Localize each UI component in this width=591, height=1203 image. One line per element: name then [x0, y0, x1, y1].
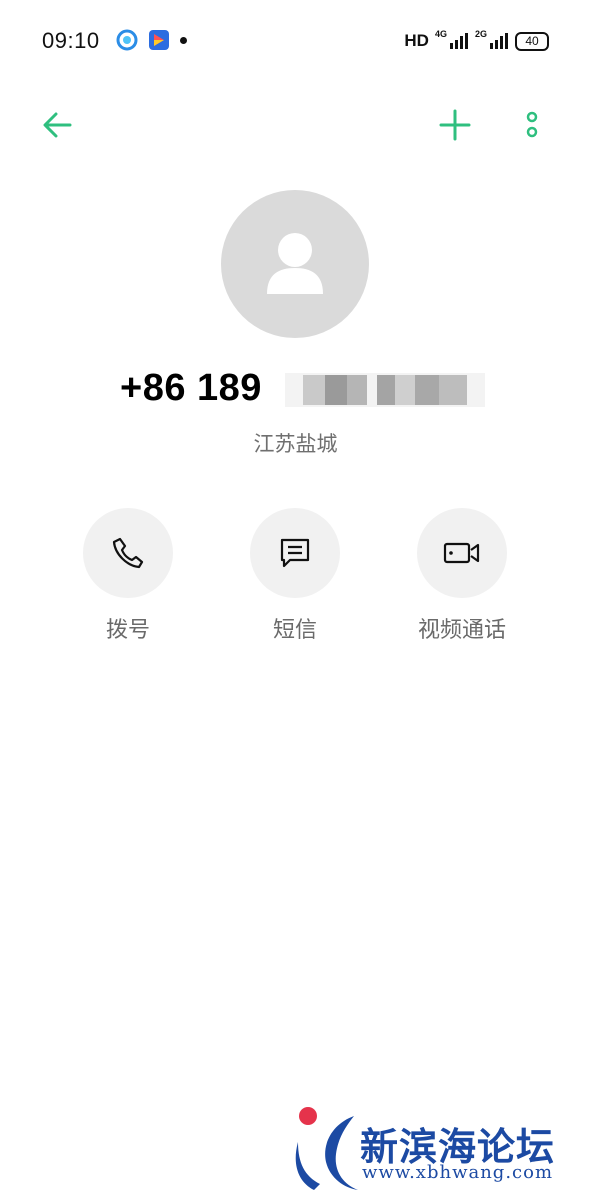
add-contact-button[interactable] [430, 100, 480, 150]
vertical-dots-icon [526, 111, 538, 138]
call-button[interactable]: 拨号 [58, 508, 198, 644]
contact-avatar[interactable] [221, 190, 369, 338]
network-type-2: 2G [474, 29, 487, 39]
battery-icon: 40 [515, 31, 549, 51]
more-options-button[interactable] [507, 100, 557, 150]
maps-app-icon [149, 30, 169, 50]
video-camera-icon [443, 542, 480, 564]
status-time: 09:10 [42, 28, 100, 53]
call-label: 拨号 [105, 617, 150, 642]
sms-button[interactable]: 短信 [225, 508, 365, 644]
video-call-button-circle[interactable] [417, 508, 507, 598]
person-icon [267, 233, 323, 294]
back-button[interactable] [32, 100, 82, 150]
forum-logo-icon [295, 1107, 358, 1190]
phone-number: +86 189 [120, 367, 262, 409]
sms-button-circle[interactable] [250, 508, 340, 598]
arrow-left-icon [43, 112, 72, 138]
phone-icon [112, 537, 144, 569]
plus-icon [439, 109, 471, 141]
video-call-button[interactable]: 视频通话 [392, 508, 532, 644]
hd-indicator: HD [404, 31, 429, 50]
video-call-label: 视频通话 [417, 617, 506, 642]
message-icon [280, 538, 310, 568]
watermark: 新滨海论坛 www.xbhwang.com [294, 1104, 584, 1199]
network-type-1: 4G [434, 29, 447, 39]
sms-label: 短信 [272, 617, 317, 642]
caller-location: 江苏盐城 [253, 433, 338, 456]
battery-level: 40 [525, 34, 539, 48]
status-indicators: HD 4G 2G 40 [404, 28, 549, 54]
watermark-url: www.xbhwang.com [362, 1162, 554, 1183]
call-button-circle[interactable] [83, 508, 173, 598]
redacted-digits [285, 373, 485, 407]
phone-number-row: +86 189 [0, 365, 591, 417]
signal-icon [490, 33, 508, 49]
status-bar: 09:10 HD 4G 2G 40 [0, 0, 591, 82]
signal-icon [449, 33, 468, 49]
browser-app-icon [116, 29, 138, 51]
notification-dot [180, 37, 187, 44]
